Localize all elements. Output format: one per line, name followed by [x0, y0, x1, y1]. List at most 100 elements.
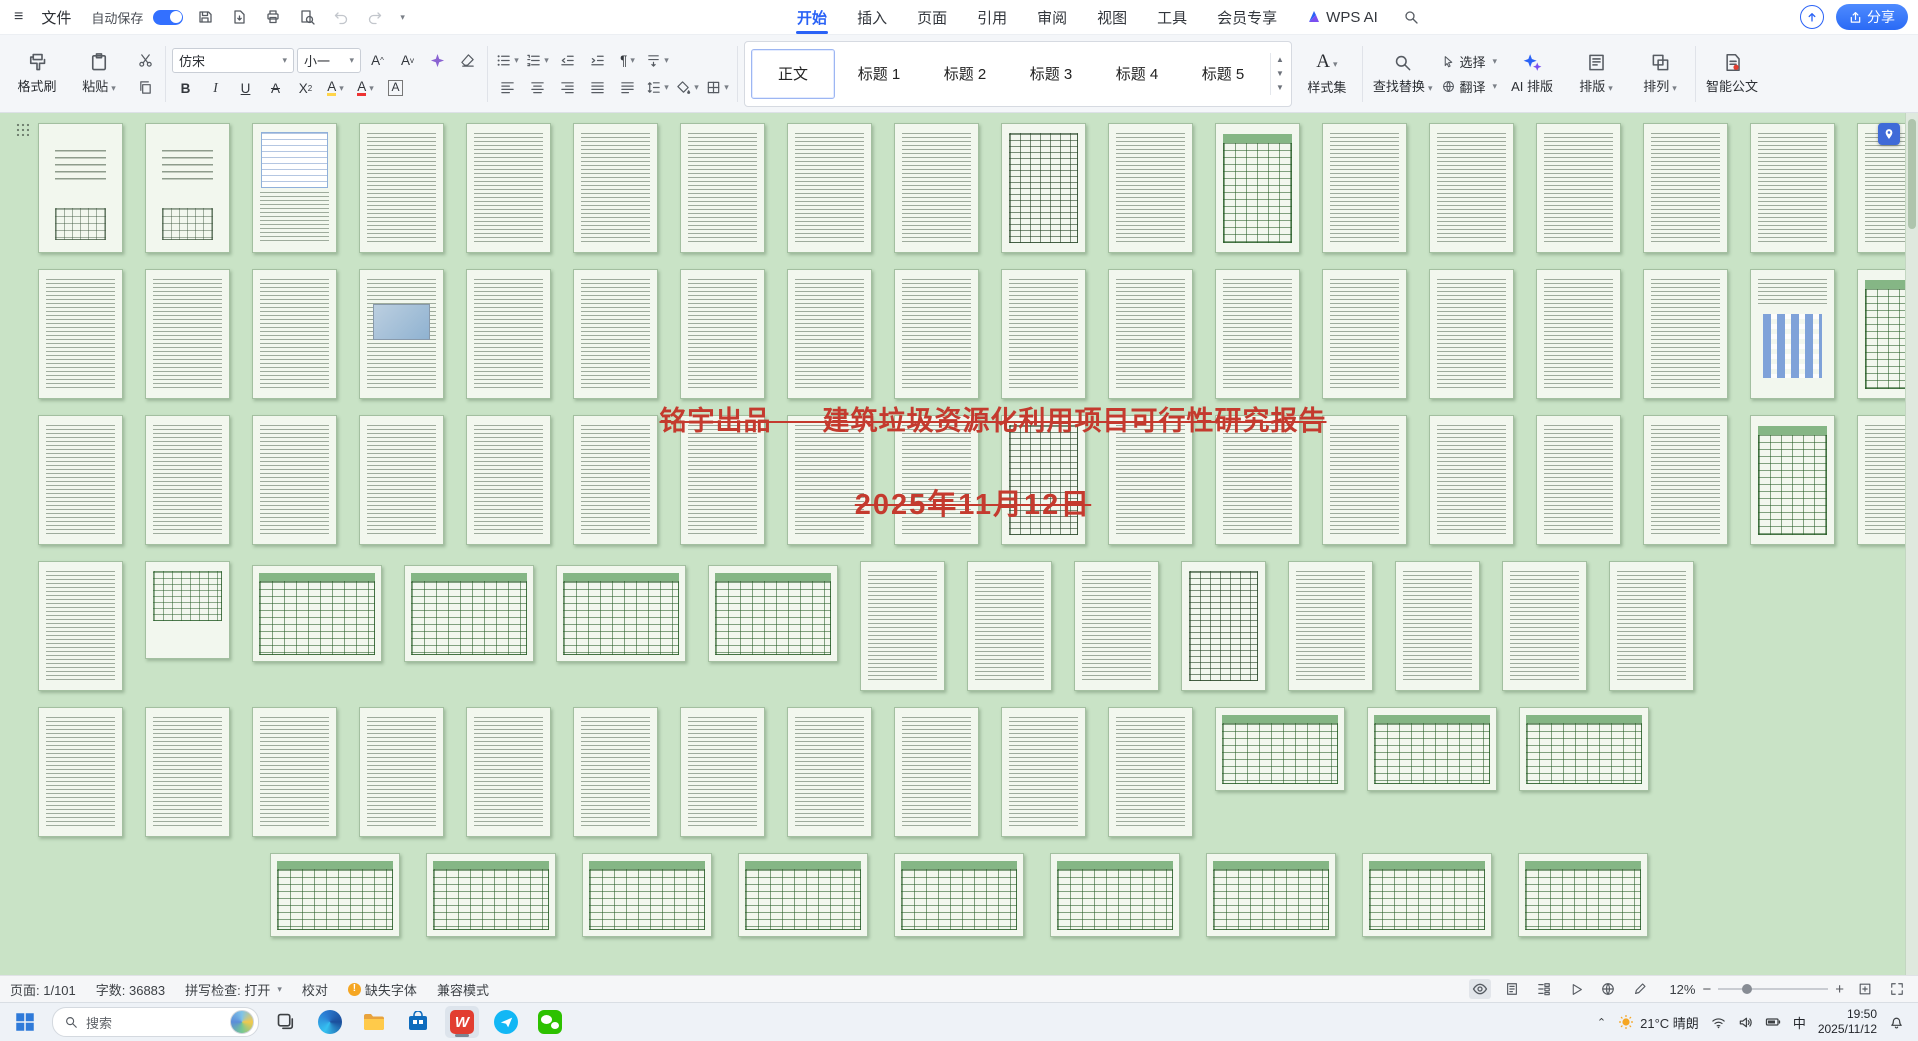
page-thumbnail[interactable] [582, 853, 712, 937]
wechat-button[interactable] [533, 1006, 567, 1038]
page-thumbnail[interactable] [1643, 415, 1728, 545]
vertical-scrollbar[interactable] [1905, 113, 1918, 975]
page-thumbnail[interactable] [1750, 415, 1835, 545]
eye-protection-icon[interactable] [1469, 979, 1492, 999]
page-thumbnail[interactable] [1367, 707, 1497, 791]
style-chip[interactable]: 标题 1 [837, 49, 921, 99]
search-daily-image[interactable] [230, 1010, 254, 1034]
style-gallery-down-icon[interactable]: ▼ [1271, 67, 1289, 81]
page-thumbnail[interactable] [894, 853, 1024, 937]
page-thumbnail[interactable] [38, 415, 123, 545]
battery-icon[interactable] [1765, 1014, 1781, 1030]
page-thumbnail[interactable] [860, 561, 945, 691]
file-explorer-button[interactable] [357, 1006, 391, 1038]
search-icon[interactable] [1399, 6, 1423, 28]
page-thumbnail[interactable] [1050, 853, 1180, 937]
export-pdf-icon[interactable] [227, 6, 251, 28]
arrange-button[interactable]: 排列 ▾ [1631, 43, 1689, 105]
page-thumbnail[interactable] [680, 269, 765, 399]
page-thumbnail[interactable] [466, 415, 551, 545]
paste-button[interactable]: 粘贴 ▾ [70, 43, 128, 105]
translate-button[interactable]: 翻译 ▾ [1442, 77, 1497, 96]
text-effects-icon[interactable] [424, 49, 451, 72]
superscript-icon[interactable]: X2 [292, 77, 319, 100]
ime-indicator[interactable]: 中 [1793, 1013, 1806, 1032]
print-icon[interactable] [261, 6, 285, 28]
page-thumbnail[interactable] [1322, 123, 1407, 253]
page-thumbnail[interactable] [1429, 269, 1514, 399]
page-thumbnail[interactable] [1215, 415, 1300, 545]
fit-page-icon[interactable] [1854, 979, 1876, 999]
style-chip[interactable]: 正文 [751, 48, 835, 99]
line-spacing-icon[interactable]: ▾ [644, 76, 671, 99]
page-thumbnail[interactable] [1001, 123, 1086, 253]
page-thumbnail[interactable] [967, 561, 1052, 691]
page-thumbnail[interactable] [1206, 853, 1336, 937]
decrease-indent-icon[interactable] [554, 49, 581, 72]
page-thumbnail[interactable] [1215, 123, 1300, 253]
web-view-icon[interactable] [1597, 979, 1619, 999]
find-replace-button[interactable]: 查找替换 ▾ [1369, 43, 1437, 105]
page-thumbnail[interactable] [359, 415, 444, 545]
start-button[interactable] [8, 1006, 42, 1038]
page-thumbnail[interactable] [38, 269, 123, 399]
page-thumbnail[interactable] [1288, 561, 1373, 691]
page-thumbnail[interactable] [573, 415, 658, 545]
font-color-icon[interactable]: A ▾ [352, 77, 379, 100]
edge-browser-button[interactable] [313, 1006, 347, 1038]
font-name-select[interactable]: 仿宋 ▾ [172, 47, 294, 73]
cloud-sync-icon[interactable] [1800, 5, 1824, 29]
style-chip[interactable]: 标题 5 [1181, 49, 1265, 99]
page-thumbnail[interactable] [708, 565, 838, 662]
page-thumbnail[interactable] [894, 123, 979, 253]
page-thumbnail[interactable] [1502, 561, 1587, 691]
ribbon-tab[interactable]: 开始 [782, 0, 842, 34]
style-chip[interactable]: 标题 4 [1095, 49, 1179, 99]
page-thumbnail[interactable] [556, 565, 686, 662]
scrollbar-thumb[interactable] [1908, 119, 1916, 229]
page-thumbnail[interactable] [252, 415, 337, 545]
style-gallery-up-icon[interactable]: ▲ [1271, 53, 1289, 67]
page-thumbnail[interactable] [252, 269, 337, 399]
page-thumbnail[interactable] [466, 707, 551, 837]
proofread-button[interactable]: 校对 [302, 980, 328, 999]
font-size-select[interactable]: 小一 ▾ [297, 47, 361, 73]
shading-icon[interactable]: ▾ [674, 76, 701, 99]
microsoft-store-button[interactable] [401, 1006, 435, 1038]
page-thumbnail[interactable] [1108, 707, 1193, 837]
ribbon-tab[interactable]: 会员专享 [1202, 0, 1292, 34]
page-thumbnail[interactable] [1108, 415, 1193, 545]
page-thumbnail[interactable] [1074, 561, 1159, 691]
fullscreen-icon[interactable] [1886, 979, 1908, 999]
page-thumbnail[interactable] [680, 707, 765, 837]
zoom-in-icon[interactable]: + [1835, 981, 1844, 998]
page-thumbnail[interactable] [1643, 269, 1728, 399]
play-presentation-icon[interactable] [1565, 979, 1587, 999]
ai-layout-button[interactable]: AI 排版 [1503, 43, 1561, 105]
page-thumbnail[interactable] [787, 707, 872, 837]
page-thumbnail[interactable] [1518, 853, 1648, 937]
style-chip[interactable]: 标题 2 [923, 49, 1007, 99]
page-thumbnail[interactable] [1001, 269, 1086, 399]
page-thumbnail[interactable] [252, 565, 382, 662]
save-icon[interactable] [193, 6, 217, 28]
page-thumbnail[interactable] [787, 269, 872, 399]
page-thumbnail[interactable] [252, 707, 337, 837]
page-thumbnail[interactable] [1429, 123, 1514, 253]
page-thumbnail[interactable] [787, 415, 872, 545]
character-border-icon[interactable]: A [382, 77, 409, 100]
page-thumbnail[interactable] [680, 123, 765, 253]
ribbon-tab[interactable]: 工具 [1142, 0, 1202, 34]
page-thumbnail[interactable] [270, 853, 400, 937]
ribbon-tab[interactable]: 引用 [962, 0, 1022, 34]
page-thumbnail[interactable] [1536, 269, 1621, 399]
page-view-icon[interactable] [1501, 979, 1523, 999]
align-right-icon[interactable] [554, 76, 581, 99]
tray-expand-icon[interactable]: ⌃ [1597, 1016, 1606, 1029]
ribbon-tab[interactable]: 插入 [842, 0, 902, 34]
cut-icon[interactable] [132, 49, 159, 72]
page-thumbnail[interactable] [573, 123, 658, 253]
wps-office-button[interactable]: W [445, 1006, 479, 1038]
page-thumbnail[interactable] [466, 123, 551, 253]
smart-doc-button[interactable]: 智能公文 [1702, 43, 1762, 105]
